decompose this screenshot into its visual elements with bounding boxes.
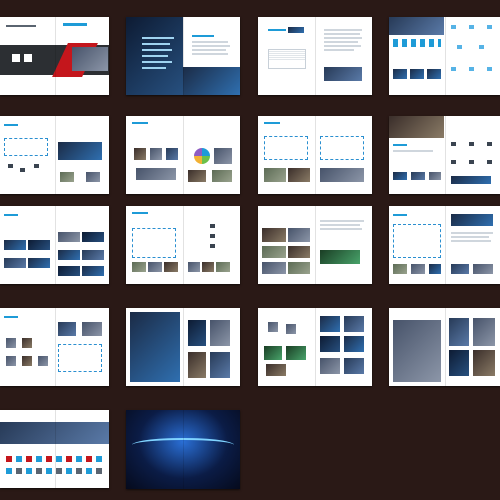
server-room-photo [130, 312, 180, 382]
partner-logos-2 [6, 468, 104, 474]
brochure-spread-13 [0, 308, 109, 386]
cover-white-squares [12, 54, 20, 62]
brochure-spread-7 [258, 116, 372, 194]
cover-logo [62, 23, 87, 26]
brochure-spread-10 [126, 206, 240, 284]
brochure-spread-12 [389, 206, 500, 284]
brochure-spread-2 [126, 17, 240, 95]
handshake-photo [0, 422, 109, 444]
spec-table [268, 49, 306, 69]
building-photo [389, 17, 444, 35]
earth-horizon [132, 438, 234, 452]
brochure-spread-9 [0, 206, 109, 284]
monitor-wall [58, 142, 102, 160]
brochure-spread-15 [258, 308, 372, 386]
brochure-spread-17 [0, 410, 109, 488]
icon-row [393, 39, 441, 47]
brochure-spread-11 [258, 206, 372, 284]
city-photo [324, 67, 362, 81]
building-photo [393, 320, 441, 382]
app-screenshot [451, 214, 493, 226]
brochure-spread-3 [258, 17, 372, 95]
cover-white-squares-2 [24, 54, 32, 62]
skyline-photo [183, 67, 240, 95]
header-photo [288, 27, 304, 33]
partner-logos [6, 456, 104, 462]
brochure-spread-16 [389, 308, 500, 386]
brochure-spread-back-cover [126, 410, 240, 489]
brochure-spread-cover [0, 17, 109, 95]
brochure-spread-4 [389, 17, 500, 95]
brochure-spread-6 [126, 116, 240, 194]
brochure-spread-5 [0, 116, 109, 194]
brochure-spread-14 [126, 308, 240, 386]
cover-city-photo [72, 47, 108, 71]
brochure-spread-8 [389, 116, 500, 194]
control-room-photo [389, 116, 444, 138]
pie-diagram [194, 148, 210, 164]
